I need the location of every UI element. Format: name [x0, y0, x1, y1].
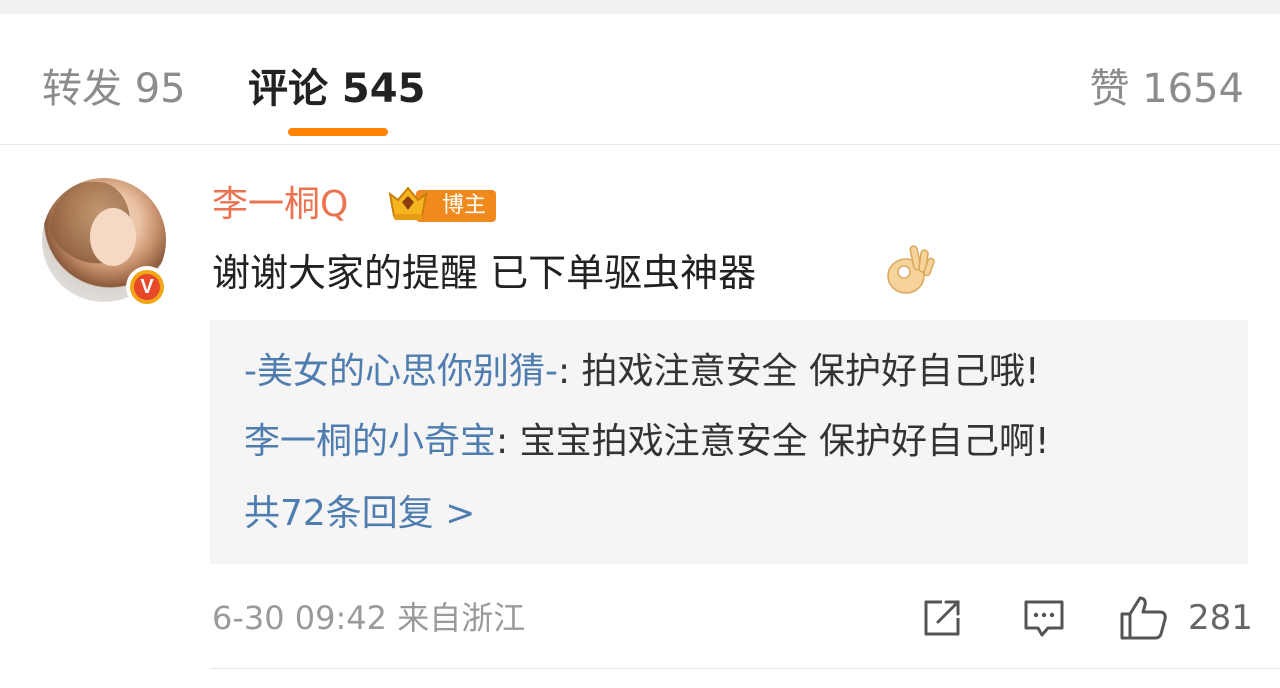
crown-icon — [388, 186, 428, 220]
like-count: 281 — [1188, 598, 1253, 638]
tab-bar: 转发 95 评论 545 赞 1654 — [0, 14, 1280, 145]
view-all-replies-link[interactable]: 共72条回复 > — [244, 490, 475, 538]
thumbs-up-icon — [1120, 596, 1167, 640]
reply-username[interactable]: 李一桐的小奇宝 — [244, 421, 496, 462]
tab-repost[interactable]: 转发 95 — [42, 64, 186, 114]
reply-text: : 拍戏注意安全 保护好自己哦! — [557, 351, 1040, 392]
reply-item: -美女的心思你别猜-: 拍戏注意安全 保护好自己哦! — [244, 348, 1039, 396]
reply-item: 李一桐的小奇宝: 宝宝拍戏注意安全 保护好自己啊! — [244, 418, 1049, 466]
reply-text: : 宝宝拍戏注意安全 保护好自己啊! — [496, 421, 1050, 462]
avatar-face — [90, 208, 136, 266]
top-strip — [0, 0, 1280, 14]
reply-username[interactable]: -美女的心思你别猜- — [244, 351, 558, 392]
share-icon — [924, 600, 960, 636]
comment-meta: 6-30 09:42 来自浙江 — [212, 599, 526, 637]
tab-comments[interactable]: 评论 545 — [248, 64, 425, 114]
reply-preview-box[interactable]: -美女的心思你别猜-: 拍戏注意安全 保护好自己哦! 李一桐的小奇宝: 宝宝拍戏… — [210, 320, 1248, 564]
comment-username[interactable]: 李一桐Q — [212, 182, 348, 228]
author-badge: 博主 — [386, 184, 498, 224]
comment-text: 谢谢大家的提醒 已下单驱虫神器 — [212, 251, 757, 295]
verified-badge-icon: V — [126, 266, 168, 308]
active-tab-indicator — [288, 128, 388, 136]
like-button[interactable]: 281 — [1118, 594, 1253, 642]
share-button[interactable] — [918, 594, 966, 642]
reply-button[interactable] — [1020, 594, 1068, 642]
divider — [210, 668, 1280, 669]
ok-hand-icon — [887, 245, 935, 294]
tab-likes[interactable]: 赞 1654 — [1089, 64, 1244, 114]
comment-icon — [1024, 600, 1064, 637]
